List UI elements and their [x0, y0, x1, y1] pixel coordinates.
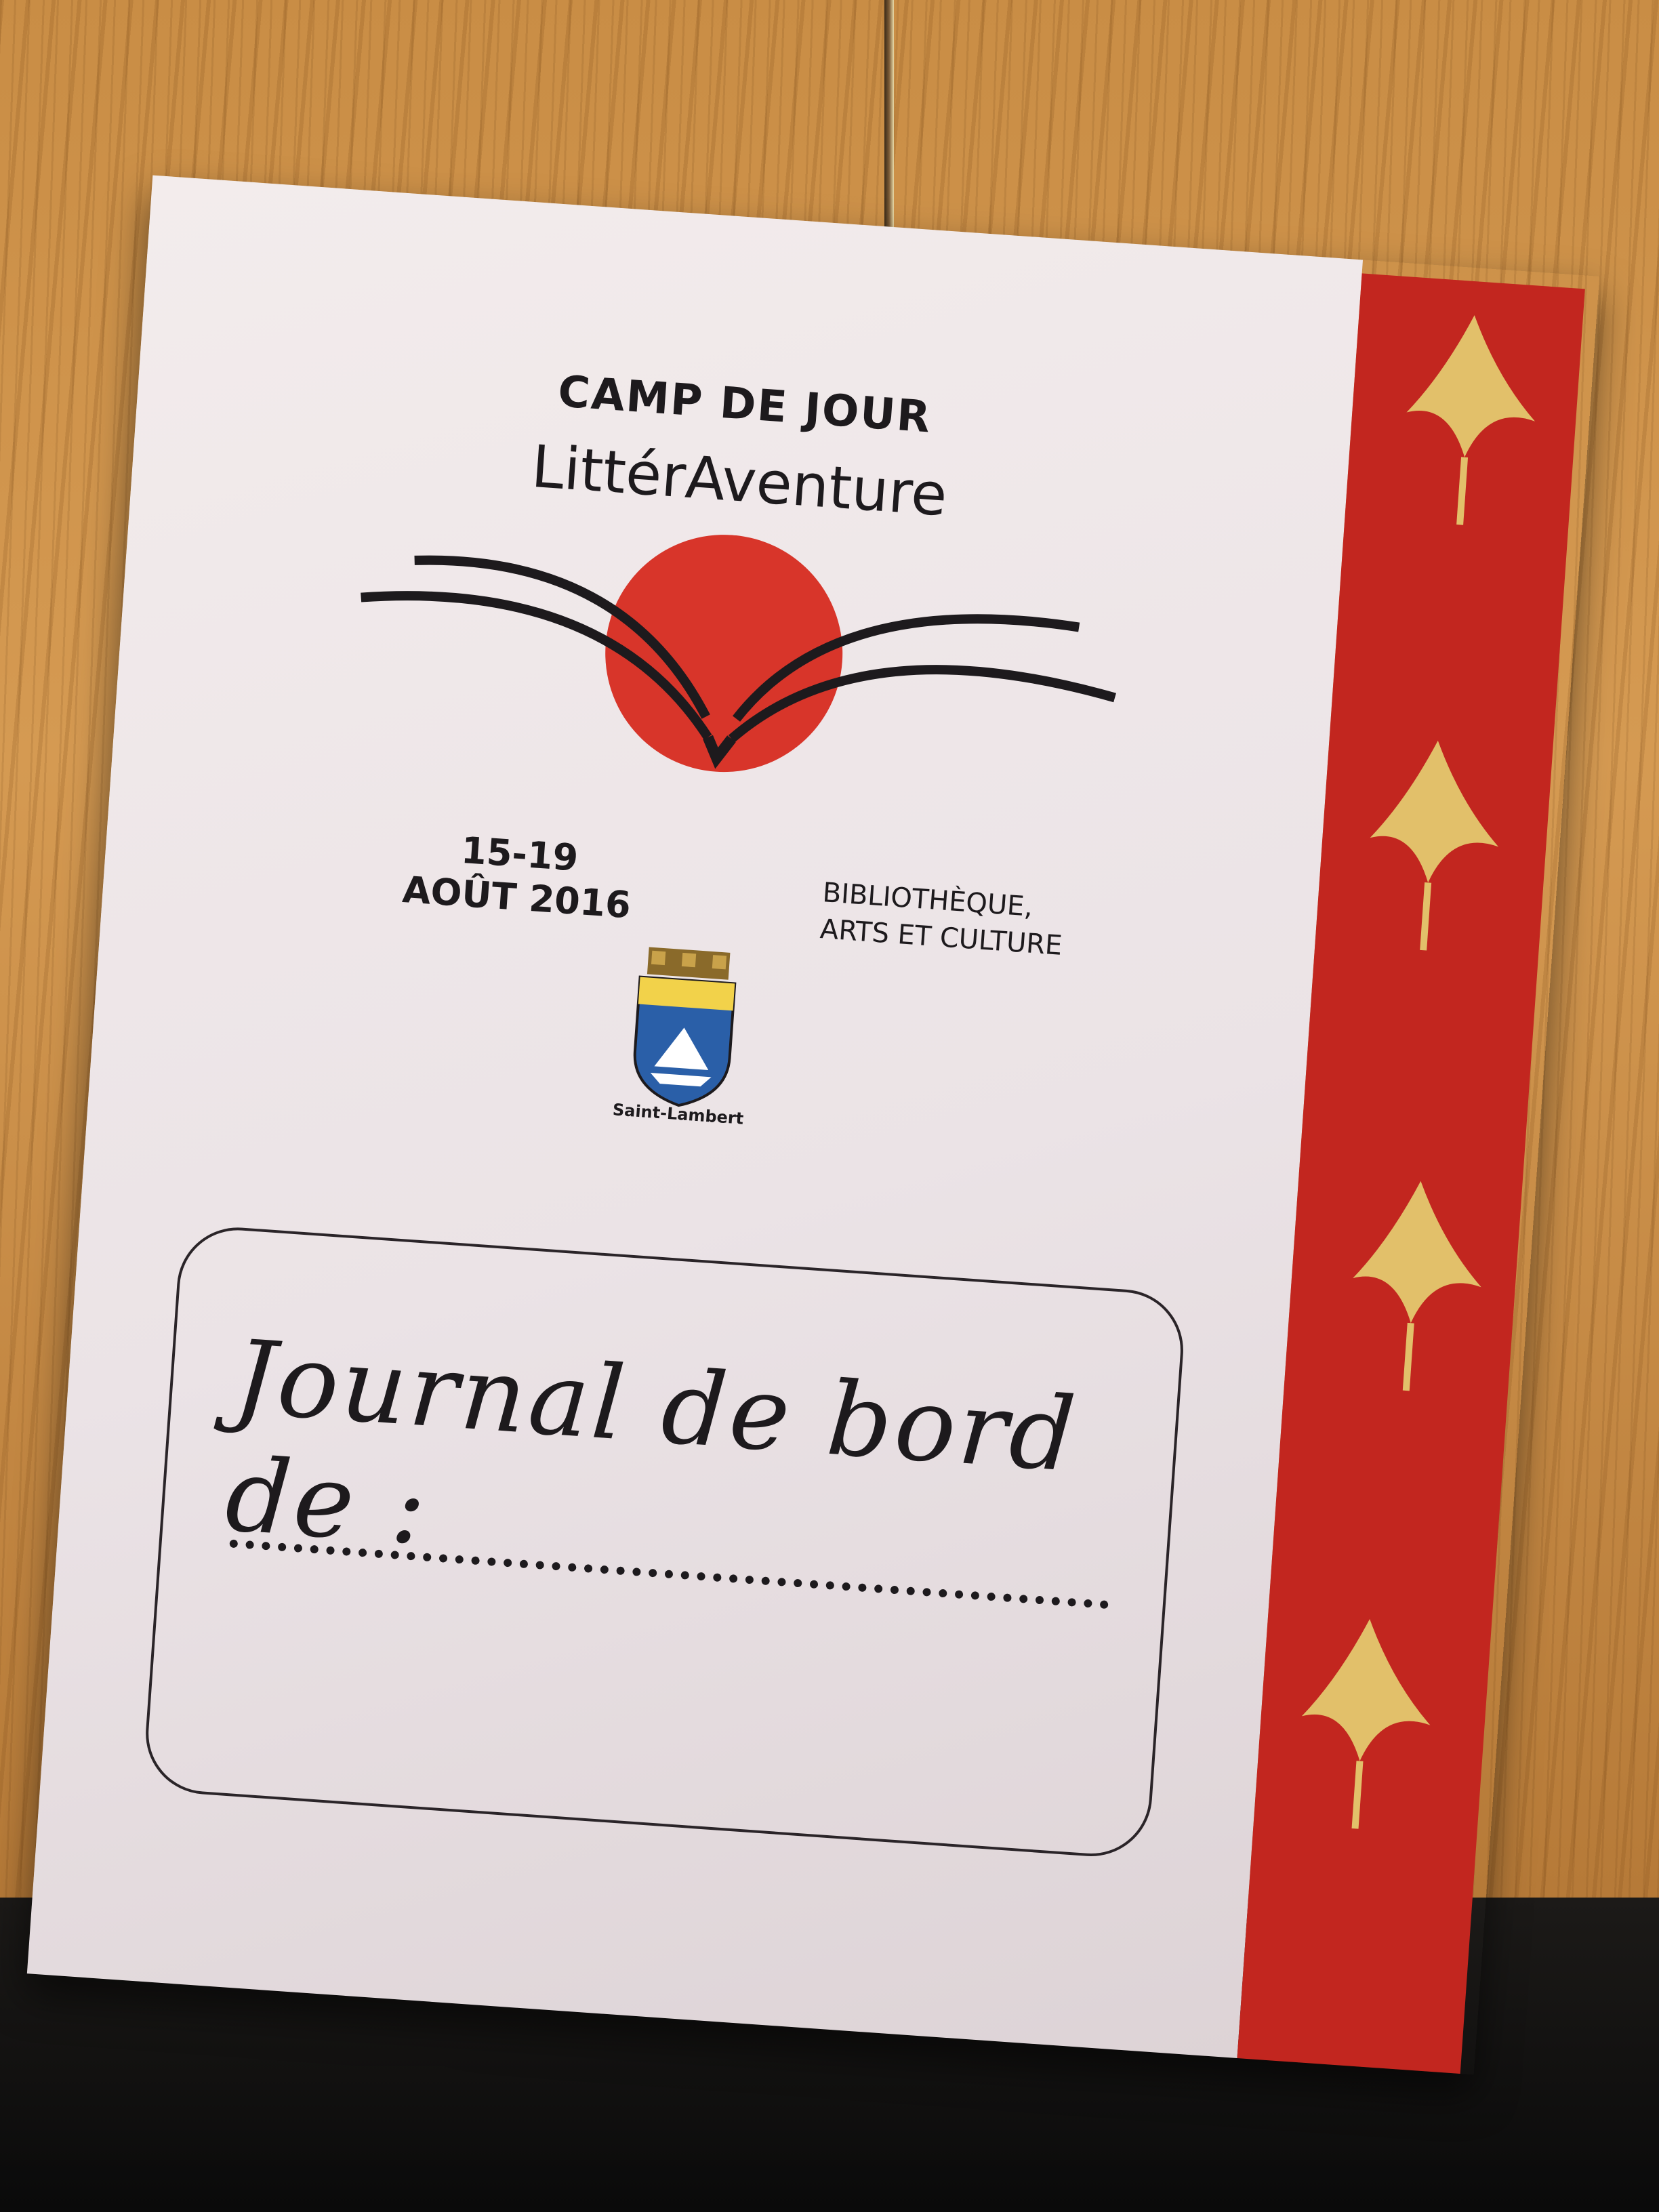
camp-dates: 15-19 AOÛT 2016 — [373, 823, 663, 929]
library-department: BIBLIOTHÈQUE, ARTS ET CULTURE — [819, 874, 1175, 972]
open-book-logo — [361, 535, 1116, 773]
crest-caption: Saint-Lambert — [612, 1100, 744, 1127]
name-label-box: Journal de bord de : — [142, 1223, 1187, 1861]
crane-pattern — [1370, 740, 1499, 951]
crane-pattern — [1301, 1619, 1431, 1829]
crane-pattern — [1406, 315, 1536, 525]
booklet: CAMP DE JOUR LittérAventure 15-19 AOÛT 2… — [26, 175, 1599, 2075]
city-crest-icon: Saint-Lambert — [612, 947, 744, 1127]
booklet-cover: CAMP DE JOUR LittérAventure 15-19 AOÛT 2… — [26, 175, 1364, 2058]
crane-pattern — [1353, 1181, 1481, 1391]
